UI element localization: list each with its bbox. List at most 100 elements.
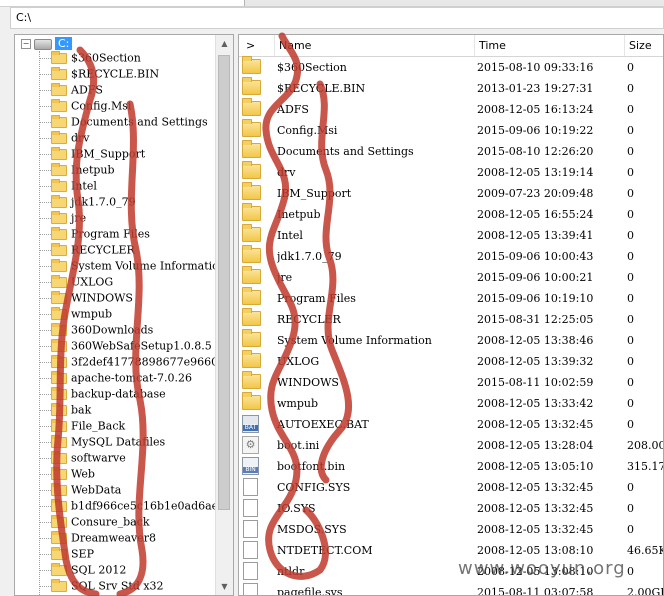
tree-item[interactable]: Inetpub <box>39 162 115 179</box>
folder-icon <box>51 50 67 64</box>
tree-item-label: bak <box>71 403 92 417</box>
folder-icon <box>242 371 261 389</box>
batch-file-icon: BAT <box>242 415 259 433</box>
tree-item[interactable]: softwarve <box>39 450 126 467</box>
list-row[interactable]: wmpub 2008-12-05 13:33:42 0 <box>239 392 663 414</box>
tree-item-label: jre <box>71 211 87 225</box>
tree-item[interactable]: $RECYCLE.BIN <box>39 66 159 83</box>
tree-item-label: 360WebSafeSetup1.0.8.5 <box>71 339 212 353</box>
tree-connector <box>39 537 51 539</box>
list-row[interactable]: jre 2015-09-06 10:00:21 0 <box>239 266 663 288</box>
list-row[interactable]: BIN bootfont.bin 2008-12-05 13:05:10 315.17… <box>239 456 663 477</box>
list-row[interactable]: Documents and Settings 2015-08-10 12:26:2… <box>239 140 663 162</box>
cell-name: jre <box>277 271 293 284</box>
tree-item[interactable]: bak <box>39 402 92 419</box>
tree-item-label: Inetpub <box>71 163 115 177</box>
cell-size: 0 <box>627 166 634 179</box>
cell-name: MSDOS.SYS <box>277 523 347 536</box>
tree-item[interactable]: WINDOWS <box>39 290 133 307</box>
tree-item[interactable]: Program Files <box>39 226 150 243</box>
list-row[interactable]: CONFIG.SYS 2008-12-05 13:32:45 0 <box>239 477 663 498</box>
list-row[interactable]: UXLOG 2008-12-05 13:39:32 0 <box>239 350 663 372</box>
tree-item[interactable]: Dreamweaver8 <box>39 530 156 547</box>
tree-item-label: backup-database <box>71 387 166 401</box>
size-column-header[interactable]: Size <box>625 35 663 56</box>
tree-item[interactable]: SQL 2012 <box>39 562 126 579</box>
list-row[interactable]: drv 2008-12-05 13:19:14 0 <box>239 161 663 183</box>
list-row[interactable]: Intel 2008-12-05 13:39:41 0 <box>239 224 663 246</box>
tree-item[interactable]: Web <box>39 466 95 483</box>
scroll-up-icon[interactable]: ▲ <box>216 35 233 52</box>
tree-item-label: SQL Srv Std x32 <box>71 579 164 593</box>
tree-item[interactable]: File_Back <box>39 418 125 435</box>
scroll-down-icon[interactable]: ▼ <box>216 578 233 595</box>
tree-root-label[interactable]: C: <box>55 37 73 50</box>
tree-item[interactable]: MySQL Datafiles <box>39 434 165 451</box>
tree-scroll-thumb[interactable] <box>218 55 230 510</box>
list-row[interactable]: $360Section 2015-08-10 09:33:16 0 <box>239 56 663 78</box>
tree-item[interactable]: SEP <box>39 546 94 563</box>
tree-connector <box>39 297 51 299</box>
list-row[interactable]: jdk1.7.0_79 2015-09-06 10:00:43 0 <box>239 245 663 267</box>
list-row[interactable]: pagefile.sys 2015-08-11 03:07:58 2.00GB <box>239 582 663 595</box>
tree-item[interactable]: drv <box>39 130 90 147</box>
folder-icon <box>51 66 67 80</box>
tree-item[interactable]: IBM_Support <box>39 146 146 163</box>
folder-icon <box>51 434 67 448</box>
list-row[interactable]: Inetpub 2008-12-05 16:55:24 0 <box>239 203 663 225</box>
list-row[interactable]: ⚙ boot.ini 2008-12-05 13:28:04 208.00B <box>239 435 663 456</box>
cell-time: 2008-12-05 16:55:24 <box>477 208 594 221</box>
list-row[interactable]: Program Files 2015-09-06 10:19:10 0 <box>239 287 663 309</box>
tree-connector <box>39 345 51 347</box>
name-column-header[interactable]: Name <box>275 35 475 56</box>
list-row[interactable]: IBM_Support 2009-07-23 20:09:48 0 <box>239 182 663 204</box>
tree-item[interactable]: ADFS <box>39 82 103 99</box>
list-row[interactable]: BAT AUTOEXEC.BAT 2008-12-05 13:32:45 0 <box>239 414 663 435</box>
list-row[interactable]: $RECYCLE.BIN 2013-01-23 19:27:31 0 <box>239 77 663 99</box>
list-row[interactable]: MSDOS.SYS 2008-12-05 13:32:45 0 <box>239 519 663 540</box>
cell-name: Intel <box>277 229 303 242</box>
folder-icon <box>242 329 261 347</box>
collapse-icon[interactable]: − <box>21 39 31 49</box>
tree-item[interactable]: RECYCLER <box>39 242 135 259</box>
tree-item[interactable]: System Volume Information <box>39 258 226 275</box>
tree-item-label: Intel <box>71 179 97 193</box>
tree-scrollbar[interactable]: ▲ ▼ <box>215 35 233 595</box>
tree-connector <box>39 441 51 443</box>
list-row[interactable]: Config.Msi 2015-09-06 10:19:22 0 <box>239 119 663 141</box>
list-row[interactable]: RECYCLER 2015-08-31 12:25:05 0 <box>239 308 663 330</box>
tree-item[interactable]: Config.Msi <box>39 98 131 115</box>
tree-item[interactable]: $360Section <box>39 50 141 67</box>
tree-item[interactable]: Documents and Settings <box>39 114 208 131</box>
tree-item[interactable]: 360Downloads <box>39 322 153 339</box>
tree-item-label: IBM_Support <box>71 147 146 161</box>
tree-item[interactable]: jdk1.7.0_79 <box>39 194 136 211</box>
tree-item[interactable]: b1df966ce5c16b1e0ad6aebf8 <box>39 498 233 515</box>
list-row[interactable]: ADFS 2008-12-05 16:13:24 0 <box>239 98 663 120</box>
tree-connector <box>39 425 51 427</box>
tree-item[interactable]: jre <box>39 210 87 227</box>
folder-icon <box>51 242 67 256</box>
folder-tree[interactable]: − C: $360Section $RECYCLE.BIN ADFS Config.Ms… <box>14 34 234 596</box>
tree-item[interactable]: 360WebSafeSetup1.0.8.5 <box>39 338 212 355</box>
tree-item[interactable]: WebData <box>39 482 121 499</box>
time-column-header[interactable]: Time <box>475 35 625 56</box>
folder-icon <box>242 182 261 200</box>
sort-column-header[interactable]: > <box>239 35 275 56</box>
tree-root-drive[interactable]: − C: <box>21 37 73 51</box>
tree-item[interactable]: Consure_back <box>39 514 150 531</box>
list-row[interactable]: IO.SYS 2008-12-05 13:32:45 0 <box>239 498 663 519</box>
tree-connector <box>39 121 51 123</box>
list-row[interactable]: WINDOWS 2015-08-11 10:02:59 0 <box>239 371 663 393</box>
tree-item[interactable]: apache-tomcat-7.0.26 <box>39 370 192 387</box>
list-row[interactable]: System Volume Information 2008-12-05 13:3… <box>239 329 663 351</box>
tree-item[interactable]: 3f2def41778898677e9660eb1 <box>39 354 233 371</box>
tree-item[interactable]: UXLOG <box>39 274 113 291</box>
path-input[interactable]: C:\ <box>10 7 664 29</box>
tree-item[interactable]: backup-database <box>39 386 166 403</box>
tree-item[interactable]: SQL Srv Std x32 <box>39 578 164 595</box>
folder-icon <box>51 82 67 96</box>
file-list[interactable]: > Name Time Size $360Section 2015-08-10 0… <box>238 34 664 596</box>
tree-item[interactable]: wmpub <box>39 306 112 323</box>
tree-item[interactable]: Intel <box>39 178 97 195</box>
